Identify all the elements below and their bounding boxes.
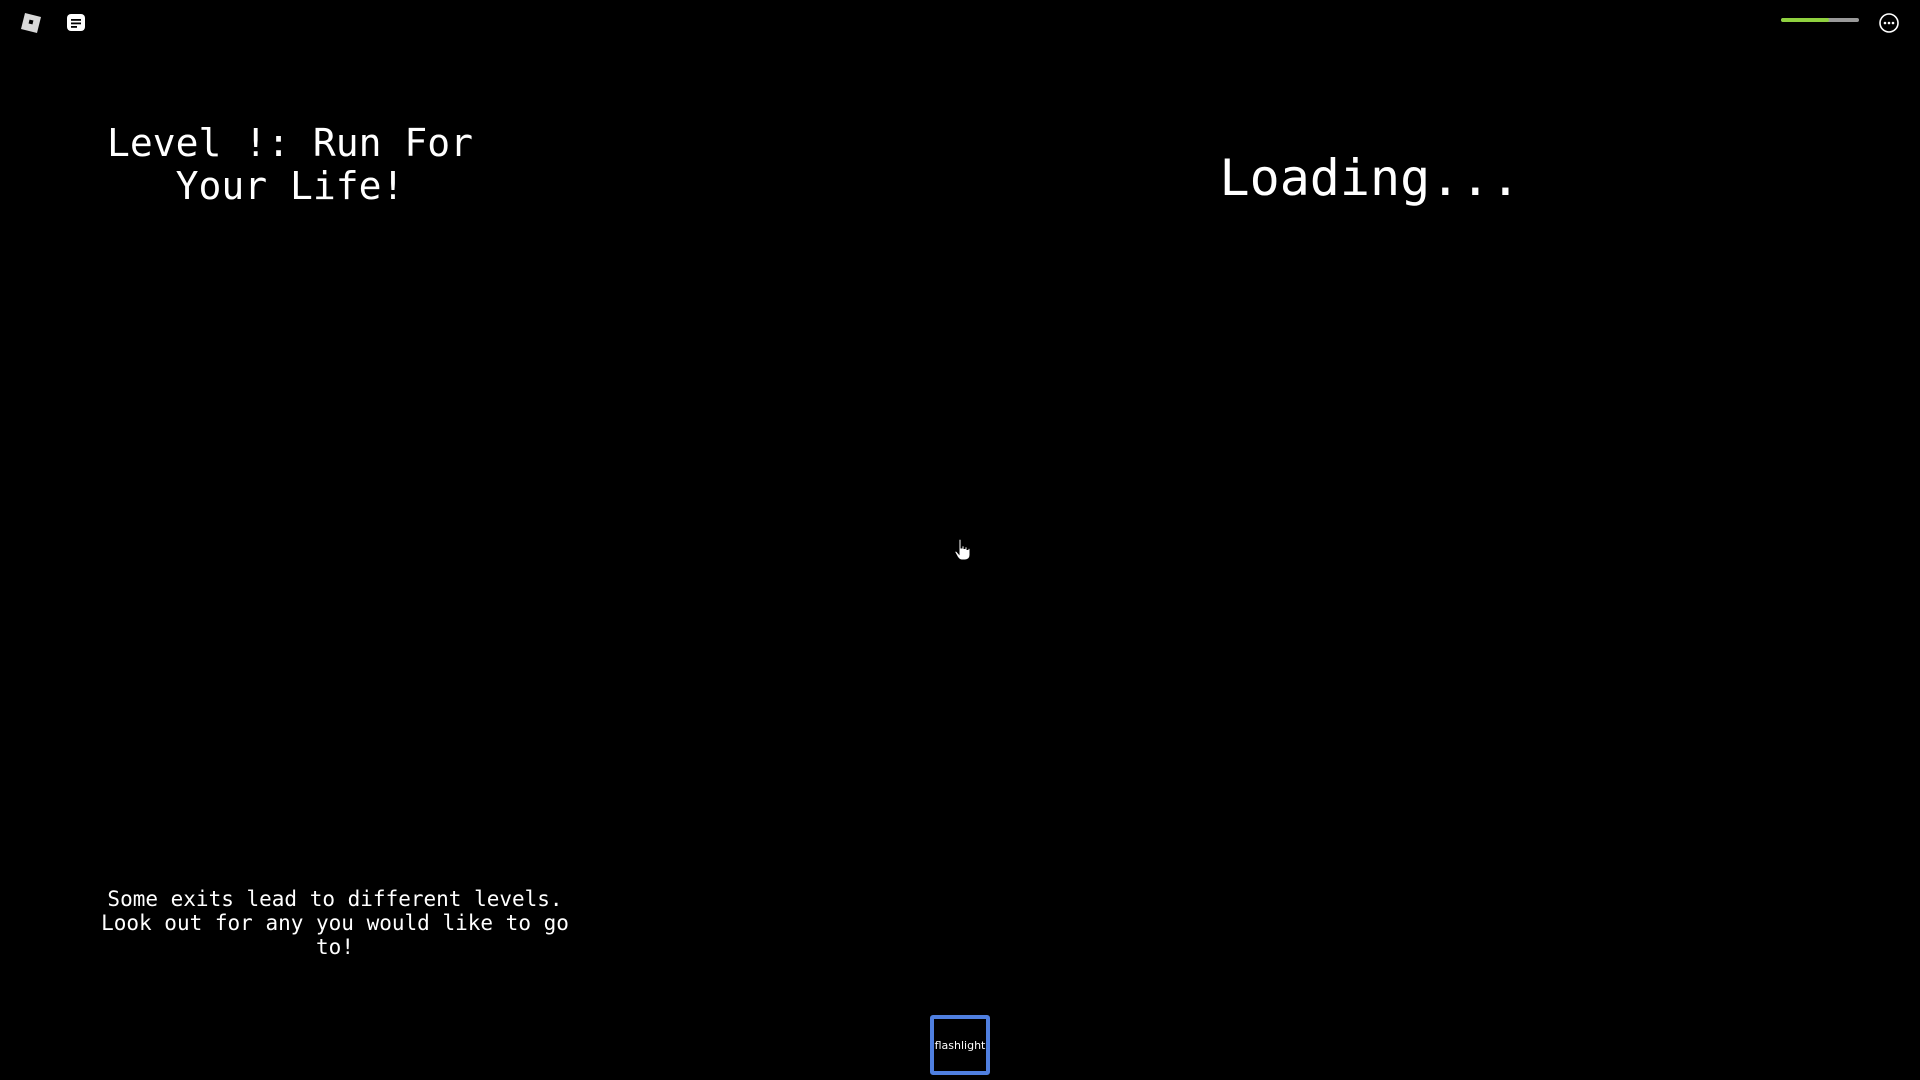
roblox-menu-button[interactable] <box>14 6 48 40</box>
loading-text: Loading... <box>1219 149 1521 207</box>
hand-pointer-icon <box>954 538 971 561</box>
hotbar-slot-label: flashlight <box>934 1038 986 1052</box>
more-options-button[interactable] <box>1872 6 1906 40</box>
hint-text: Some exits lead to different levels. Loo… <box>101 887 569 959</box>
health-bar-fill <box>1781 18 1830 22</box>
level-title: Level !: Run For Your Life! <box>106 121 474 208</box>
hotbar-slot-flashlight[interactable]: flashlight <box>930 1015 990 1075</box>
more-options-icon <box>1879 13 1899 33</box>
chat-button[interactable] <box>59 6 93 40</box>
chat-icon <box>67 14 85 31</box>
roblox-logo-icon <box>21 13 41 33</box>
health-bar <box>1781 18 1859 22</box>
